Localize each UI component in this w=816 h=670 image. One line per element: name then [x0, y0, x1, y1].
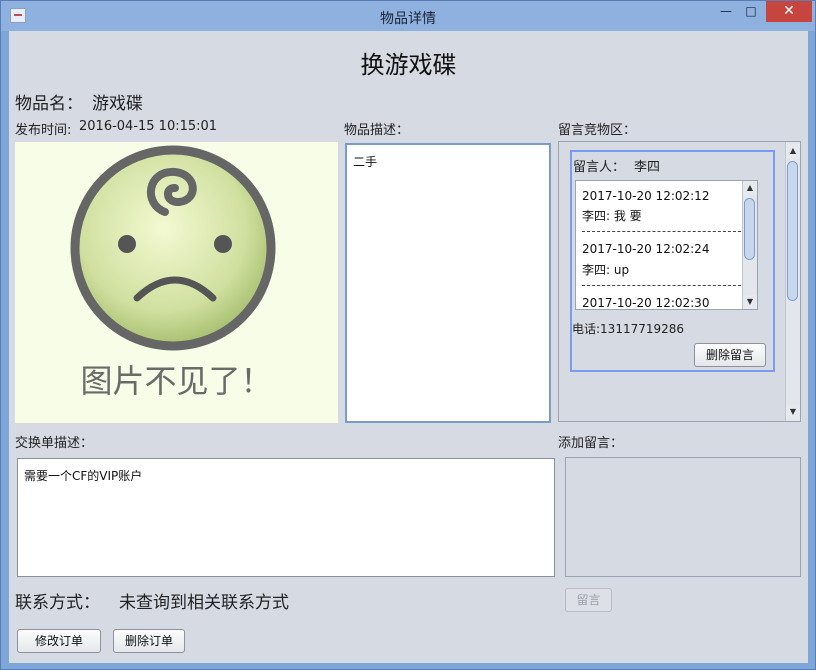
- comment-time: 2017-10-20 12:02:12: [582, 189, 710, 203]
- item-name-label: 物品名：: [15, 94, 83, 114]
- comments-panel: 留言人： 李四 2017-10-20 12:02:12 李四: 我 要 2017…: [558, 141, 801, 422]
- comment-text: 李四: up: [582, 263, 630, 277]
- maximize-button[interactable]: □: [737, 1, 765, 22]
- add-comment-label: 添加留言：: [558, 436, 624, 451]
- scroll-down-arrow-icon[interactable]: ▼: [786, 405, 800, 419]
- comment-list-scrollbar[interactable]: ▲ ▼: [742, 181, 757, 309]
- delete-order-button[interactable]: 删除订单: [113, 629, 185, 653]
- comment-divider: [582, 231, 746, 232]
- missing-image-text: 图片不见了！: [80, 362, 273, 400]
- item-description-label: 物品描述：: [344, 123, 410, 138]
- exchange-description-label: 交换单描述：: [15, 436, 94, 451]
- contact-value: 未查询到相关联系方式: [119, 593, 289, 613]
- scroll-thumb[interactable]: [744, 198, 755, 260]
- comment-author-label: 留言人：: [573, 160, 626, 175]
- scroll-up-arrow-icon[interactable]: ▲: [743, 181, 757, 195]
- add-comment-field[interactable]: [565, 457, 801, 577]
- exchange-description-field[interactable]: 需要一个CF的VIP账户: [17, 458, 555, 577]
- title-bar: 物品详情 — □ ✕: [1, 1, 815, 31]
- submit-comment-button[interactable]: 留言: [565, 588, 612, 612]
- item-description-field[interactable]: 二手: [345, 143, 551, 423]
- comments-panel-scrollbar[interactable]: ▲ ▼: [785, 142, 800, 421]
- scroll-thumb[interactable]: [787, 161, 798, 301]
- comment-phone: 电话:13117719286: [572, 322, 685, 336]
- comment-divider: [582, 285, 746, 286]
- contact-label: 联系方式：: [15, 593, 100, 613]
- delete-comment-button[interactable]: 删除留言: [694, 343, 766, 367]
- scroll-up-arrow-icon[interactable]: ▲: [786, 144, 800, 158]
- page-title: 换游戏碟: [360, 51, 457, 79]
- comment-message-list[interactable]: 2017-10-20 12:02:12 李四: 我 要 2017-10-20 1…: [575, 180, 758, 310]
- comment-card: 留言人： 李四 2017-10-20 12:02:12 李四: 我 要 2017…: [570, 150, 775, 372]
- publish-time-label: 发布时间:: [15, 123, 72, 138]
- comment-author-value: 李四: [634, 160, 661, 175]
- comment-time: 2017-10-20 12:02:24: [582, 242, 710, 256]
- window-title: 物品详情: [380, 11, 436, 27]
- publish-time-value: 2016-04-15 10:15:01: [79, 119, 218, 134]
- item-image-placeholder: 图片不见了！: [15, 142, 338, 423]
- scroll-down-arrow-icon[interactable]: ▼: [743, 295, 757, 309]
- item-name-value: 游戏碟: [92, 94, 143, 114]
- close-button[interactable]: ✕: [766, 1, 812, 22]
- minimize-button[interactable]: —: [712, 1, 740, 22]
- comment-text: 李四: 我 要: [582, 209, 642, 223]
- comment-time: 2017-10-20 12:02:30: [582, 296, 710, 310]
- modify-order-button[interactable]: 修改订单: [17, 629, 101, 653]
- comment-section-label: 留言竞物区：: [558, 123, 637, 138]
- window-content: 换游戏碟 物品名： 游戏碟 发布时间: 2016-04-15 10:15:01 …: [9, 31, 808, 663]
- app-window: 物品详情 — □ ✕ 换游戏碟 物品名： 游戏碟 发布时间: 2016-04-1…: [0, 0, 816, 670]
